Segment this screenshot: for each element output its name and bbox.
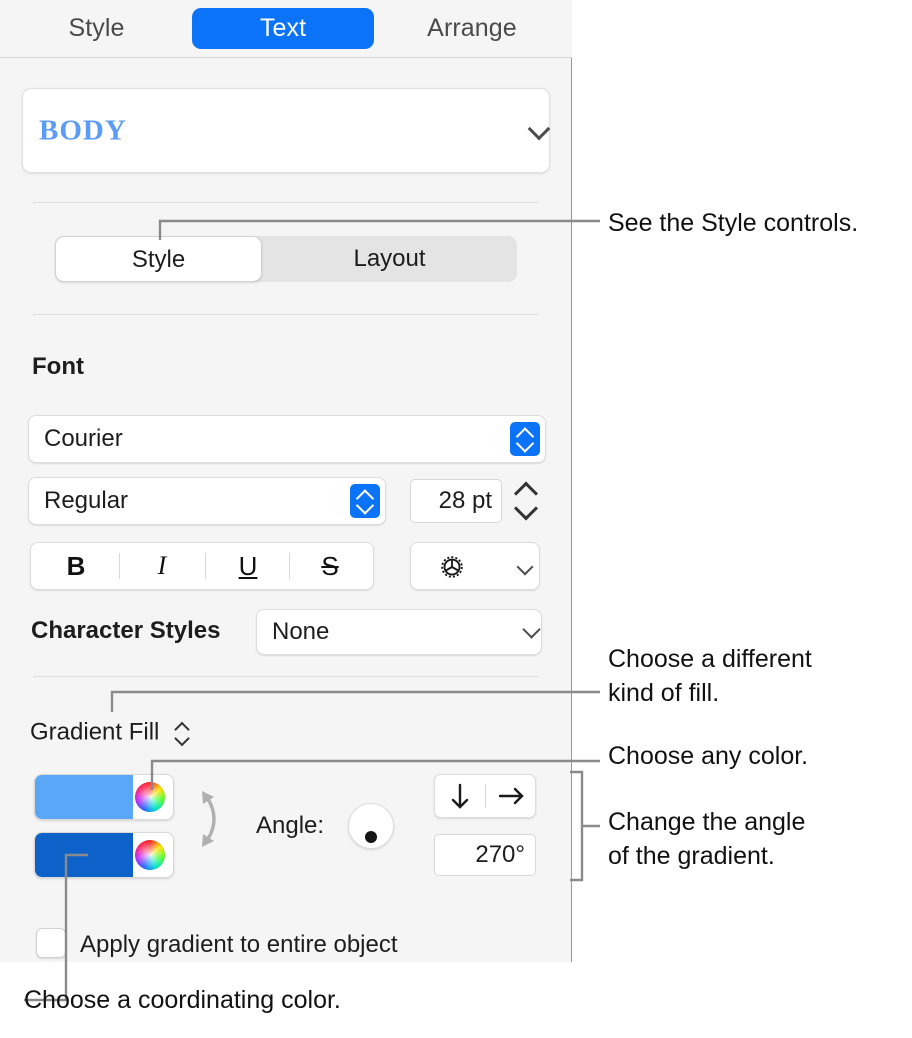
callout-style-controls: See the Style controls. [608,209,859,237]
font-size-value: 28 pt [438,487,492,514]
gradient-color-end-swatch[interactable] [34,832,174,878]
angle-value-field[interactable]: 270° [434,834,536,876]
segment-layout[interactable]: Layout [262,236,517,282]
character-styles-label: Character Styles [31,617,221,644]
font-family-popup[interactable]: Courier [28,415,546,463]
swap-colors-icon[interactable] [192,783,232,855]
font-style-popup[interactable]: Regular [28,477,386,525]
callout-different-fill: Choose a different kind of fill. [608,645,812,707]
stepper-icon [174,720,190,746]
angle-dial-knob[interactable] [365,831,377,843]
underline-button[interactable]: U [205,543,291,589]
color-wheel-icon[interactable] [135,782,165,812]
gradient-direction-down-button[interactable] [435,775,485,817]
tab-style[interactable]: Style [24,8,169,49]
font-style-value: Regular [44,487,129,514]
bold-button[interactable]: B [33,543,119,589]
paragraph-style-value: BODY [39,114,127,146]
paragraph-style-popup[interactable]: BODY [22,88,550,173]
gradient-color-start-swatch[interactable] [34,774,174,820]
angle-value: 270° [475,841,525,868]
color-preview [35,833,133,877]
angle-dial[interactable] [348,803,394,849]
text-format-button-group: B I U S [30,542,374,590]
advanced-text-options-button[interactable] [410,542,540,590]
gradient-direction-right-button[interactable] [486,775,536,817]
fill-kind-popup[interactable]: Gradient Fill [30,718,190,747]
stepper-icon[interactable] [510,422,540,456]
angle-label: Angle: [256,812,325,839]
strikethrough-button[interactable]: S [287,543,373,589]
fill-kind-value: Gradient Fill [30,718,160,746]
tab-arrange[interactable]: Arrange [392,8,552,49]
format-inspector-panel: Style Text Arrange BODY Style Layout Fon… [0,0,572,962]
divider [33,202,539,203]
italic-button[interactable]: I [119,543,205,589]
character-styles-value: None [272,618,330,645]
font-size-field[interactable]: 28 pt [410,479,502,523]
segment-style[interactable]: Style [55,236,262,282]
apply-gradient-label: Apply gradient to entire object [80,931,398,958]
inspector-tab-bar: Style Text Arrange [0,0,572,58]
divider [33,676,539,677]
color-preview [35,775,133,819]
font-size-stepper[interactable] [510,478,542,524]
gradient-direction-button-group [434,774,536,818]
style-layout-segmented-control: Style Layout [55,236,517,282]
tab-text[interactable]: Text [192,8,374,49]
callout-coordinating-color: Choose a coordinating color. [24,986,341,1014]
callout-any-color: Choose any color. [608,742,809,770]
character-styles-popup[interactable]: None [256,609,542,655]
color-wheel-icon[interactable] [135,840,165,870]
apply-gradient-checkbox[interactable] [36,928,66,958]
stepper-icon[interactable] [350,484,380,518]
callout-change-angle: Change the angle of the gradient. [608,808,806,870]
divider [33,314,539,315]
gear-icon [437,552,467,587]
font-family-value: Courier [44,425,123,452]
font-section-heading: Font [32,353,84,380]
